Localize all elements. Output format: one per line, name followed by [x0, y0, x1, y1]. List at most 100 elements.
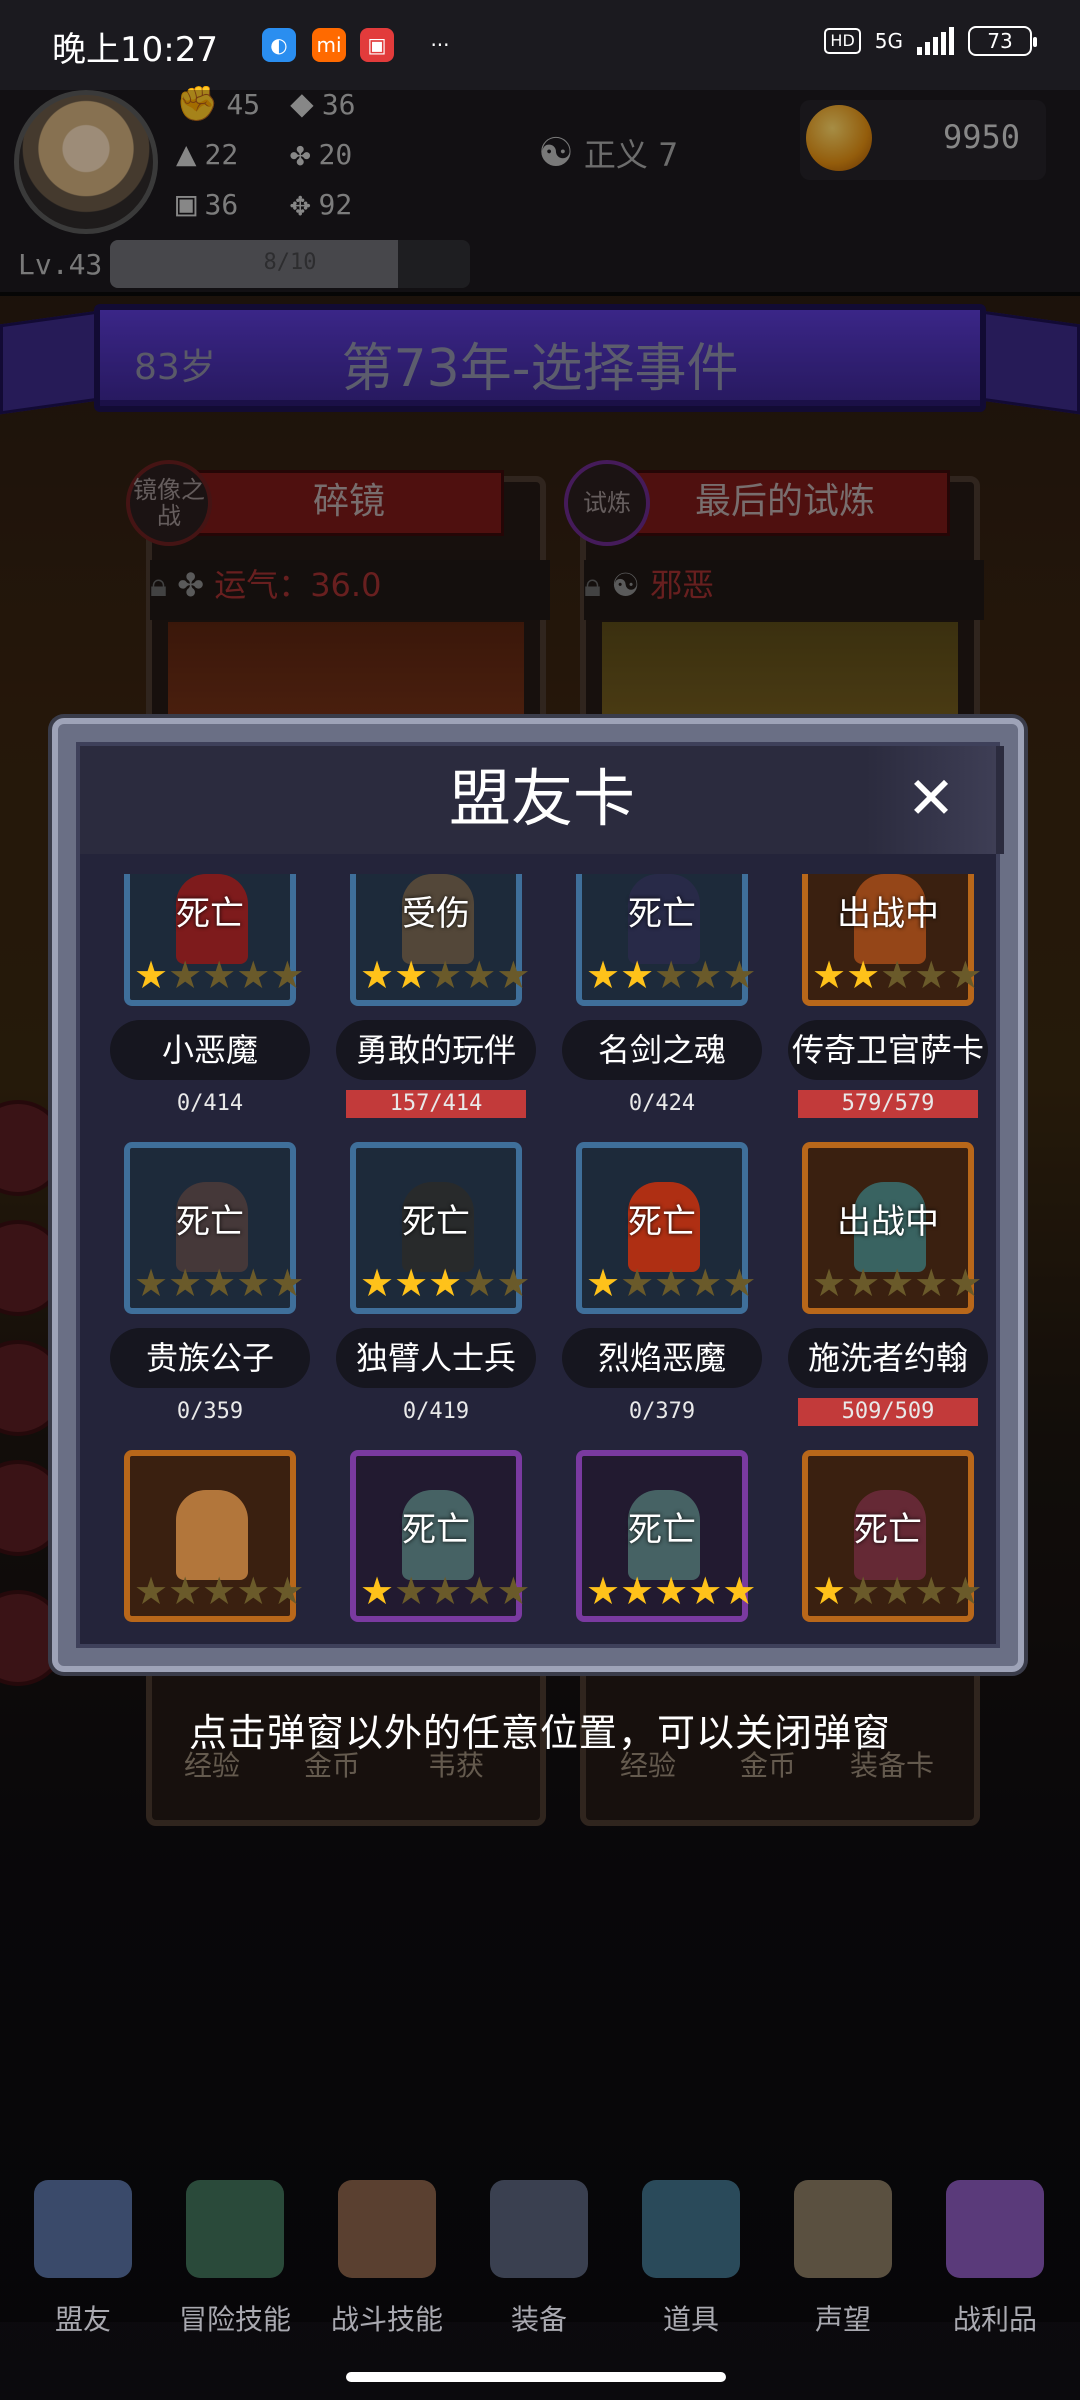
star-icon: ★	[620, 1261, 655, 1305]
ally-stars: ★ ★ ★ ★ ★	[360, 956, 530, 994]
ally-card-modal: 盟友卡 ✕ 死亡 ★ ★ ★ ★ ★ 小恶魔 0/414 受伤 ★ ★ ★ ★ ★ 勇敢的玩伴 157/414…	[52, 718, 1024, 1672]
status-time: 晚上10:27	[52, 30, 218, 70]
ally-state: 死亡	[628, 1510, 696, 1550]
ally-card[interactable]: 死亡 ★ ★ ★ ★ ★ 贵族公子 0/359	[110, 1142, 310, 1442]
ally-card[interactable]: 死亡 ★ ★ ★ ★ ★ 独臂人士兵 0/419	[336, 1142, 536, 1442]
nav-item[interactable]: 冒险技能	[160, 2160, 310, 2336]
star-icon: ★	[394, 1569, 429, 1613]
hd-icon: HD	[824, 28, 861, 54]
nav-label: 盟友	[54, 2303, 111, 2336]
ally-card[interactable]: 死亡 ★ ★ ★ ★ ★	[336, 1450, 536, 1632]
backpack-icon	[338, 2180, 436, 2278]
nav-item[interactable]: 道具	[616, 2160, 766, 2336]
ally-stars: ★ ★ ★ ★ ★	[134, 956, 304, 994]
ally-state: 死亡	[628, 1202, 696, 1242]
ally-portrait: 死亡 ★ ★ ★ ★ ★	[576, 874, 756, 1006]
star-icon: ★	[462, 1261, 497, 1305]
star-icon: ★	[914, 953, 949, 997]
ally-card[interactable]: 死亡 ★ ★ ★ ★ ★ 烈焰恶魔 0/379	[562, 1142, 762, 1442]
star-icon: ★	[202, 1261, 237, 1305]
mi-app-icon: mi	[312, 28, 346, 62]
battery-icon: 73	[968, 26, 1037, 56]
ally-card[interactable]: ★ ★ ★ ★ ★	[110, 1450, 310, 1632]
swords-icon	[490, 2180, 588, 2278]
star-icon: ★	[360, 953, 395, 997]
chest-icon	[946, 2180, 1044, 2278]
ally-state: 死亡	[176, 894, 244, 934]
ally-stars: ★ ★ ★ ★ ★	[134, 1264, 304, 1302]
star-icon: ★	[722, 953, 757, 997]
ally-name: 贵族公子	[110, 1328, 310, 1388]
star-icon: ★	[496, 1261, 531, 1305]
ally-card[interactable]: 死亡 ★ ★ ★ ★ ★ 名剑之魂 0/424	[562, 874, 762, 1134]
home-indicator[interactable]	[346, 2372, 726, 2382]
nav-item[interactable]: 盟友	[8, 2160, 158, 2336]
star-icon: ★	[168, 1569, 203, 1613]
ally-portrait: 出战中 ★ ★ ★ ★ ★	[802, 874, 982, 1006]
star-icon: ★	[722, 1569, 757, 1613]
star-icon: ★	[202, 953, 237, 997]
nav-item[interactable]: 声望	[768, 2160, 918, 2336]
star-icon: ★	[270, 1569, 305, 1613]
star-icon: ★	[586, 1569, 621, 1613]
ally-name: 烈焰恶魔	[562, 1328, 762, 1388]
ally-stars: ★ ★ ★ ★ ★	[360, 1572, 530, 1610]
nav-item[interactable]: 战斗技能	[312, 2160, 462, 2336]
nav-label: 战斗技能	[330, 2303, 443, 2336]
ally-grid: 死亡 ★ ★ ★ ★ ★ 小恶魔 0/414 受伤 ★ ★ ★ ★ ★ 勇敢的玩伴 157/414 死亡 ★ ★ ★ ★…	[110, 874, 990, 1632]
signal-icon	[917, 27, 954, 55]
ally-card[interactable]: 死亡 ★ ★ ★ ★ ★	[562, 1450, 762, 1632]
ally-stars: ★ ★ ★ ★ ★	[812, 956, 982, 994]
star-icon: ★	[914, 1569, 949, 1613]
network-label: 5G	[874, 29, 903, 53]
star-icon: ★	[270, 953, 305, 997]
ally-card[interactable]: 死亡 ★ ★ ★ ★ ★	[788, 1450, 988, 1632]
game-screen: 晚上10:27 ◐ mi ▣ ··· HD 5G 73 ✊ 45 ⬥ 36 ▲ 22 …	[0, 0, 1080, 2400]
star-icon: ★	[168, 1261, 203, 1305]
star-icon: ★	[202, 1569, 237, 1613]
ally-hp: 0/419	[402, 1399, 470, 1424]
ally-stars: ★ ★ ★ ★ ★	[586, 956, 756, 994]
ally-portrait: 出战中 ★ ★ ★ ★ ★	[802, 1142, 982, 1314]
ally-state: 死亡	[402, 1202, 470, 1242]
ally-portrait: ★ ★ ★ ★ ★	[124, 1450, 304, 1622]
star-icon: ★	[688, 1261, 723, 1305]
star-icon: ★	[134, 1569, 169, 1613]
ally-card[interactable]: 死亡 ★ ★ ★ ★ ★ 小恶魔 0/414	[110, 874, 310, 1134]
ally-name: 传奇卫官萨卡	[788, 1020, 988, 1080]
ally-name: 施洗者约翰	[788, 1328, 988, 1388]
nav-label: 声望	[814, 2303, 871, 2336]
star-icon: ★	[462, 953, 497, 997]
ally-card[interactable]: 出战中 ★ ★ ★ ★ ★ 传奇卫官萨卡 579/579	[788, 874, 988, 1134]
ally-stars: ★ ★ ★ ★ ★	[812, 1572, 982, 1610]
ally-hp: 0/424	[628, 1091, 696, 1116]
ally-state: 受伤	[402, 894, 470, 934]
star-icon: ★	[846, 1261, 881, 1305]
ally-name: 名剑之魂	[562, 1020, 762, 1080]
ally-state: 死亡	[176, 1202, 244, 1242]
star-icon: ★	[134, 953, 169, 997]
nav-item[interactable]: 战利品	[920, 2160, 1070, 2336]
ally-card[interactable]: 出战中 ★ ★ ★ ★ ★ 施洗者约翰 509/509	[788, 1142, 988, 1442]
nav-item[interactable]: 装备	[464, 2160, 614, 2336]
amulet-icon	[642, 2180, 740, 2278]
ally-stars: ★ ★ ★ ★ ★	[134, 1572, 304, 1610]
ally-name: 勇敢的玩伴	[336, 1020, 536, 1080]
star-icon: ★	[880, 1569, 915, 1613]
star-icon: ★	[880, 953, 915, 997]
star-icon: ★	[722, 1261, 757, 1305]
ally-portrait: 死亡 ★ ★ ★ ★ ★	[124, 874, 304, 1006]
star-icon: ★	[394, 1261, 429, 1305]
status-right: HD 5G 73	[824, 26, 1037, 56]
star-icon: ★	[168, 953, 203, 997]
ally-card[interactable]: 受伤 ★ ★ ★ ★ ★ 勇敢的玩伴 157/414	[336, 874, 536, 1134]
ally-hp: 509/509	[798, 1398, 978, 1426]
star-icon: ★	[948, 1569, 983, 1613]
ally-state: 死亡	[854, 1510, 922, 1550]
status-bar: 晚上10:27 ◐ mi ▣ ··· HD 5G 73	[0, 0, 1080, 90]
ally-hp: 0/379	[628, 1399, 696, 1424]
ally-portrait: 死亡 ★ ★ ★ ★ ★	[576, 1450, 756, 1622]
close-button[interactable]: ✕	[866, 746, 996, 854]
ally-stars: ★ ★ ★ ★ ★	[586, 1572, 756, 1610]
modal-body: 盟友卡 ✕ 死亡 ★ ★ ★ ★ ★ 小恶魔 0/414 受伤 ★ ★ ★ ★ ★ 勇敢的玩伴 157/414…	[76, 742, 1004, 1648]
